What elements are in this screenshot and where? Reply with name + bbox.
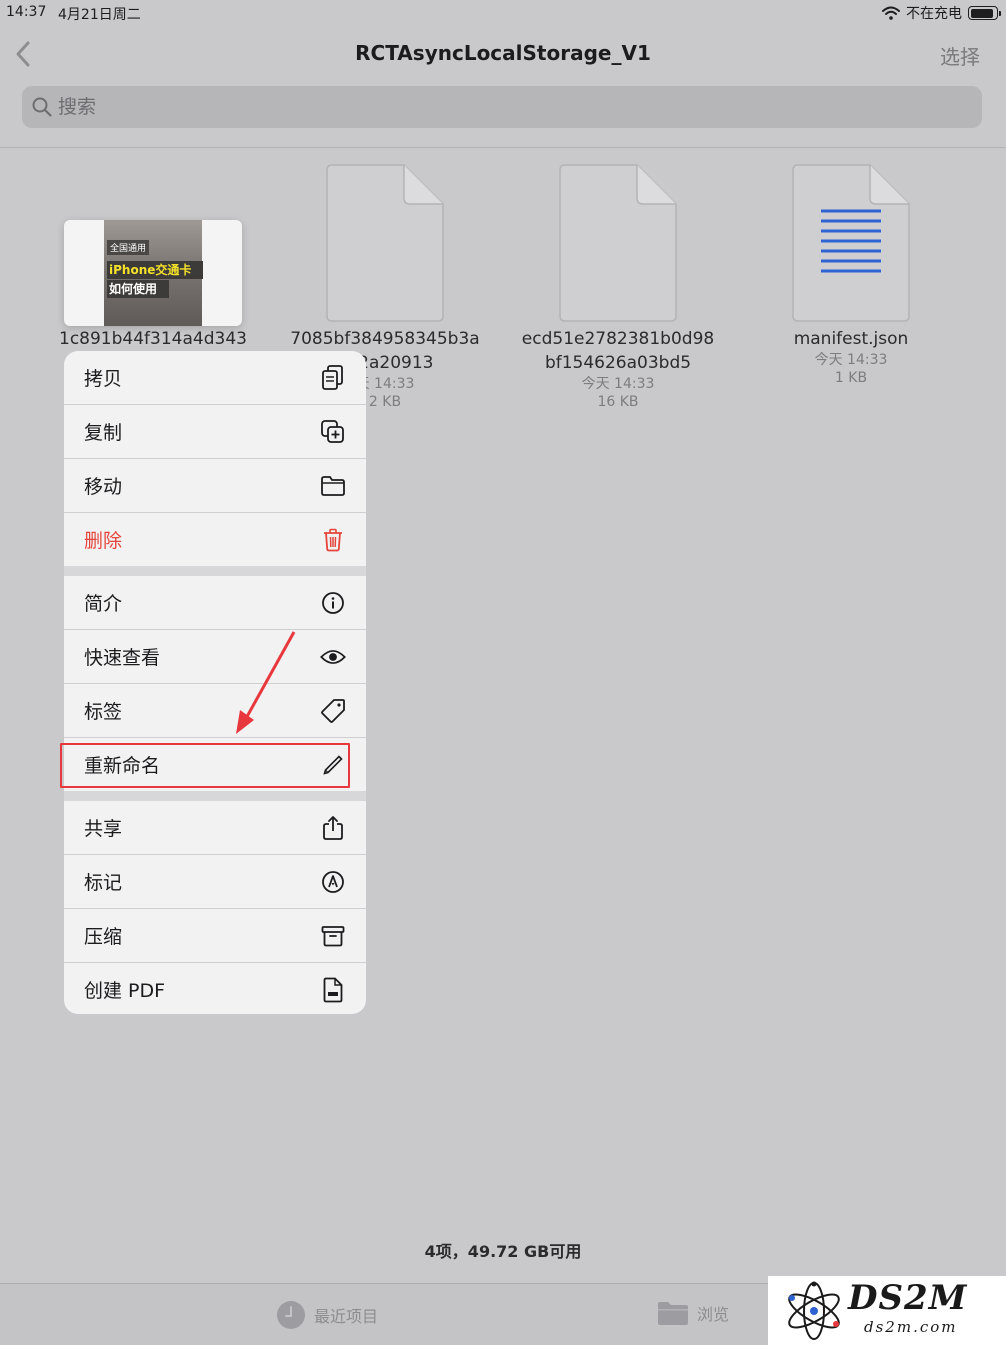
tab-browse[interactable]: 浏览 [657, 1300, 729, 1326]
status-date: 4月21日周二 [58, 7, 141, 23]
file-name: 1c891b44f314a4d343 [59, 329, 247, 349]
menu-label: 压缩 [84, 926, 123, 948]
atom-logo-icon [788, 1281, 840, 1340]
pdf-icon [320, 977, 346, 1003]
menu-label: 拷贝 [84, 368, 123, 390]
file-name: manifest.json [793, 329, 909, 349]
rename-highlight-box [60, 743, 350, 788]
tab-label: 最近项目 [314, 1307, 379, 1326]
thumbnail-tag: 全国通用 [107, 240, 150, 255]
charging-status: 不在充电 [906, 6, 962, 22]
file-item-4[interactable]: manifest.json 今天 14:33 1 KB [736, 327, 966, 387]
menu-label: 移动 [84, 476, 123, 498]
search-input[interactable] [58, 96, 858, 118]
menu-label: 标签 [84, 701, 123, 723]
select-button[interactable]: 选择 [940, 41, 980, 70]
menu-label: 快速查看 [84, 647, 161, 669]
menu-item-info[interactable]: 简介 [64, 576, 366, 629]
search-bar[interactable] [22, 86, 982, 128]
menu-label: 复制 [84, 422, 123, 444]
watermark-logo: DS2M ds2m.com [768, 1276, 1006, 1345]
status-bar: 14:37 4月21日周二 不在充电 [0, 0, 1006, 26]
menu-label: 创建 PDF [84, 980, 166, 1002]
menu-label: 删除 [84, 530, 123, 552]
document-icon[interactable] [559, 164, 677, 322]
nav-bar: RCTAsyncLocalStorage_V1 选择 [0, 26, 1006, 82]
thumbnail-caption-2: 如何使用 [107, 280, 169, 298]
menu-item-move[interactable]: 移动 [64, 459, 366, 512]
file-date: 今天 14:33 [581, 376, 655, 392]
text-document-icon[interactable] [792, 164, 910, 322]
menu-item-tags[interactable]: 标签 [64, 684, 366, 737]
file-item-3[interactable]: ecd51e2782381b0d98 bf154626a03bd5 今天 14:… [503, 327, 733, 411]
thumbnail-caption-1: iPhone交通卡 [107, 261, 203, 279]
page-title: RCTAsyncLocalStorage_V1 [355, 41, 651, 65]
context-menu: 拷贝 复制 移动 删除 简介 快速查看 标签 重新命名 共享 标记 压缩 创建 … [64, 351, 366, 1014]
file-name: ecd51e2782381b0d98 [521, 329, 715, 349]
menu-item-markup[interactable]: 标记 [64, 855, 366, 908]
menu-label: 共享 [84, 818, 123, 840]
watermark-site: ds2m.com [864, 1318, 958, 1336]
archive-icon [320, 923, 346, 949]
menu-item-share[interactable]: 共享 [64, 801, 366, 854]
battery-icon [968, 6, 1001, 20]
search-icon [32, 97, 52, 117]
file-item-1[interactable]: 1c891b44f314a4d343 [38, 327, 268, 351]
file-size: 16 KB [597, 394, 639, 410]
trash-icon [320, 527, 346, 553]
folder-icon [658, 1302, 688, 1325]
file-date: 今天 14:33 [814, 352, 888, 368]
storage-summary: 4项，49.72 GB可用 [424, 1242, 582, 1261]
info-icon [320, 590, 346, 616]
status-right: 不在充电 [882, 3, 1001, 23]
header-divider [0, 147, 1006, 148]
file-name-cont: bf154626a03bd5 [544, 353, 692, 373]
red-arrow-annotation [236, 631, 296, 734]
eye-icon [320, 644, 346, 670]
watermark-brand: DS2M [848, 1278, 968, 1318]
tab-recents[interactable]: 最近项目 [276, 1300, 378, 1330]
share-icon [320, 815, 346, 841]
menu-item-duplicate[interactable]: 复制 [64, 405, 366, 458]
status-time: 14:37 [6, 4, 47, 20]
menu-label: 标记 [84, 872, 123, 894]
tag-icon [320, 698, 346, 724]
menu-item-compress[interactable]: 压缩 [64, 909, 366, 962]
menu-item-delete[interactable]: 删除 [64, 513, 366, 566]
markup-icon [320, 869, 346, 895]
file-size: 1 KB [834, 370, 868, 386]
duplicate-icon [320, 419, 346, 445]
menu-item-create-pdf[interactable]: 创建 PDF [64, 963, 366, 1014]
menu-item-copy[interactable]: 拷贝 [64, 351, 366, 404]
menu-item-quicklook[interactable]: 快速查看 [64, 630, 366, 683]
menu-label: 简介 [84, 593, 123, 615]
clock-icon [277, 1301, 305, 1329]
tab-label: 浏览 [697, 1305, 730, 1324]
file-name: 7085bf384958345b3a [290, 329, 480, 349]
wifi-icon [882, 6, 900, 20]
folder-icon [320, 473, 346, 499]
file-thumbnail-video[interactable]: 全国通用 iPhone交通卡 如何使用 [64, 220, 242, 326]
document-icon[interactable] [326, 164, 444, 322]
copy-icon [320, 364, 346, 391]
